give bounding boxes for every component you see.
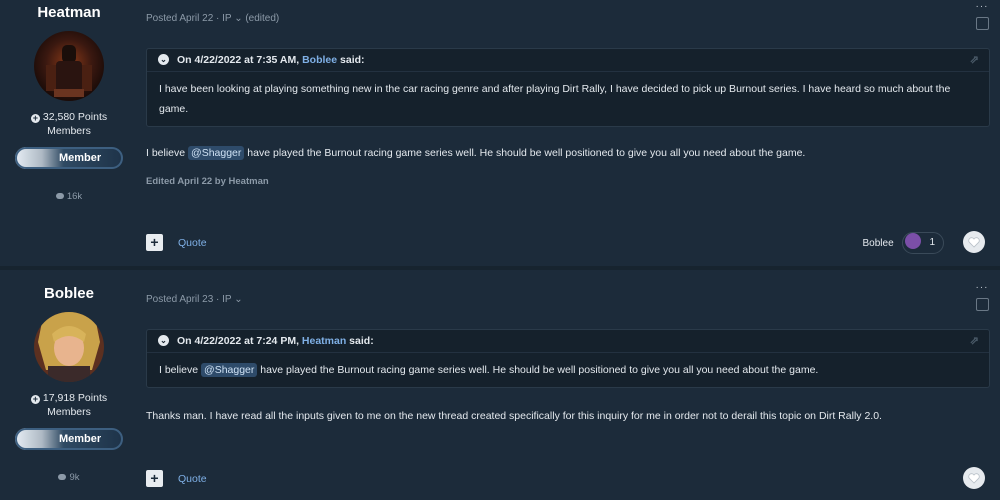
content-text: have played the Burnout racing game seri… <box>244 147 806 159</box>
quote-body: I believe @Shagger have played the Burno… <box>147 353 989 387</box>
citation-date: On 4/22/2022 at 7:35 AM, <box>177 54 303 66</box>
chevron-down-icon[interactable]: ⌄ <box>158 335 169 346</box>
reputation-value: 9k <box>69 472 80 483</box>
edited-note: Edited April 22 by Heatman <box>146 176 269 187</box>
post-meta[interactable]: Posted April 23 · IP ⌄ <box>146 294 243 305</box>
reputation-count: 9k <box>0 472 138 483</box>
reaction-count-pill[interactable]: 1 <box>902 232 944 254</box>
points-label: 32,580 Points <box>42 111 108 123</box>
author-panel: Boblee +17,918 Points Members Member 9k <box>0 270 138 483</box>
quote-button[interactable]: Quote <box>178 237 207 249</box>
points-label: 17,918 Points <box>42 392 108 404</box>
citation-suffix: said: <box>346 335 374 347</box>
quote-citation: On 4/22/2022 at 7:24 PM, Heatman said: <box>177 335 374 347</box>
member-badge: Member <box>15 147 123 169</box>
citation-author-link[interactable]: Boblee <box>302 54 337 66</box>
author-group: Members <box>47 125 91 137</box>
quote-citation: On 4/22/2022 at 7:35 AM, Boblee said: <box>177 54 365 66</box>
reaction-count: 1 <box>929 237 935 248</box>
quote-text: have played the Burnout racing game seri… <box>257 364 819 376</box>
quote-header: ⌄ On 4/22/2022 at 7:24 PM, Heatman said:… <box>147 330 989 353</box>
member-badge: Member <box>15 428 123 450</box>
heart-icon <box>968 473 980 484</box>
quote-body: I have been looking at playing something… <box>159 83 951 115</box>
post-controls: ··· <box>975 2 989 30</box>
author-group: Members <box>47 406 91 418</box>
badge-label: Member <box>59 433 102 445</box>
mention-link[interactable]: @Shagger <box>201 363 258 377</box>
post-boblee: Boblee +17,918 Points Members Member 9k … <box>0 270 1000 500</box>
reactions-summary: Boblee 1 <box>863 232 944 254</box>
comment-icon <box>58 474 67 480</box>
comment-icon <box>55 193 64 199</box>
quote-header: ⌄ On 4/22/2022 at 7:35 AM, Boblee said: … <box>147 49 989 72</box>
more-options-icon[interactable]: ··· <box>975 2 989 12</box>
author-points: +17,918 Points <box>0 392 138 404</box>
multiquote-button[interactable]: + <box>146 470 163 487</box>
post-heatman: Heatman +32,580 Points Members Member 16… <box>0 0 1000 268</box>
select-post-checkbox[interactable] <box>975 17 989 30</box>
avatar[interactable] <box>34 312 104 382</box>
share-icon[interactable]: ⇗ <box>970 334 979 347</box>
select-post-checkbox[interactable] <box>975 298 989 311</box>
trophy-icon <box>905 233 922 250</box>
author-name[interactable]: Boblee <box>0 285 138 302</box>
react-heart-button[interactable] <box>963 467 985 489</box>
plus-circle-icon: + <box>30 113 40 123</box>
post-content: I believe @Shagger have played the Burno… <box>146 146 806 160</box>
author-points: +32,580 Points <box>0 111 138 123</box>
quote-block: ⌄ On 4/22/2022 at 7:35 AM, Boblee said: … <box>146 48 990 127</box>
author-panel: Heatman +32,580 Points Members Member 16… <box>0 0 138 202</box>
mention-link[interactable]: @Shagger <box>188 146 245 160</box>
post-controls: ··· <box>975 283 989 311</box>
reactor-name[interactable]: Boblee <box>863 238 894 249</box>
citation-author-link[interactable]: Heatman <box>302 335 346 347</box>
reputation-value: 16k <box>66 191 83 202</box>
share-icon[interactable]: ⇗ <box>970 53 979 66</box>
quote-block: ⌄ On 4/22/2022 at 7:24 PM, Heatman said:… <box>146 329 990 388</box>
chevron-down-icon[interactable]: ⌄ <box>158 54 169 65</box>
badge-label: Member <box>59 152 102 164</box>
react-heart-button[interactable] <box>963 231 985 253</box>
reputation-count: 16k <box>0 191 138 202</box>
multiquote-button[interactable]: + <box>146 234 163 251</box>
quote-button[interactable]: Quote <box>178 473 207 485</box>
plus-circle-icon: + <box>30 394 40 404</box>
content-text: I believe <box>146 147 189 159</box>
heart-icon <box>968 237 980 248</box>
quote-text: I believe <box>159 364 202 376</box>
citation-suffix: said: <box>337 54 365 66</box>
post-content: Thanks man. I have read all the inputs g… <box>146 410 882 422</box>
author-name[interactable]: Heatman <box>0 4 138 21</box>
post-meta[interactable]: Posted April 22 · IP ⌄ (edited) <box>146 13 279 24</box>
more-options-icon[interactable]: ··· <box>975 283 989 293</box>
avatar[interactable] <box>34 31 104 101</box>
citation-date: On 4/22/2022 at 7:24 PM, <box>177 335 302 347</box>
